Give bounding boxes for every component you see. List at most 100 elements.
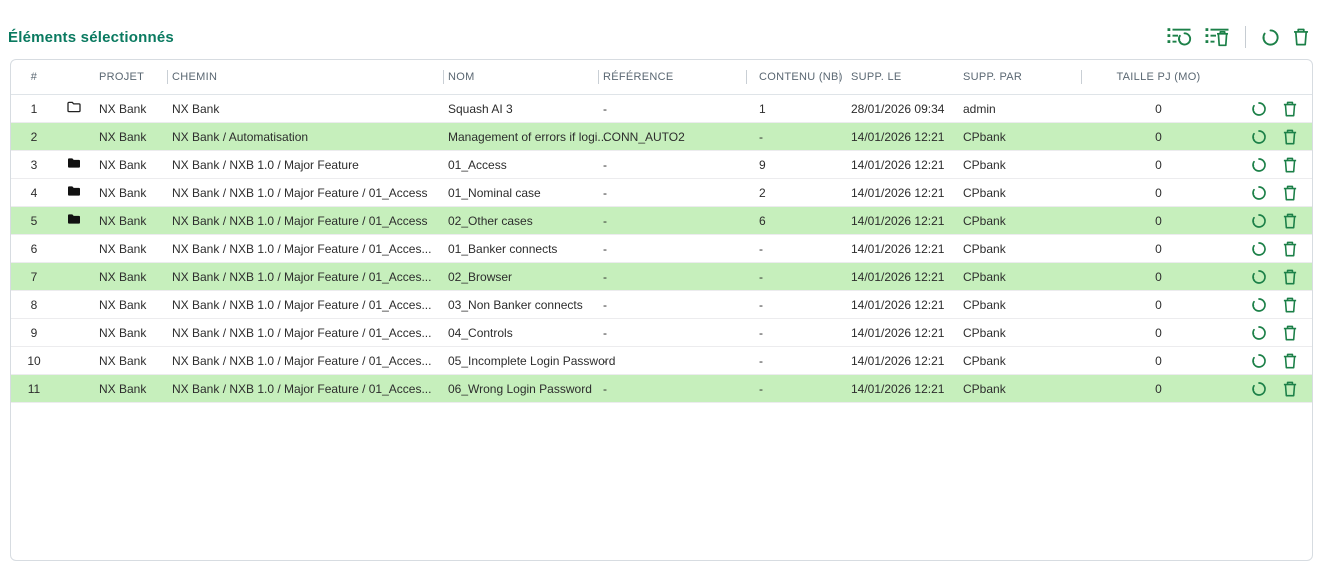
cell-supp_par: CPbank (951, 123, 1081, 151)
restore-icon (1251, 353, 1267, 369)
restore-selection-list-button[interactable] (1165, 25, 1194, 49)
cell-chemin: NX Bank / NXB 1.0 / Major Feature (167, 151, 443, 179)
cell-num: 6 (11, 235, 57, 263)
cell-taille: 0 (1081, 179, 1236, 207)
restore-row-button[interactable] (1250, 352, 1268, 370)
delete-row-button[interactable] (1282, 352, 1298, 370)
column-header-num: # (11, 60, 57, 95)
restore-row-button[interactable] (1250, 268, 1268, 286)
restore-row-button[interactable] (1250, 156, 1268, 174)
page-header: Éléments sélectionnés (8, 26, 1311, 48)
delete-row-button[interactable] (1282, 156, 1298, 174)
cell-icon (57, 347, 91, 375)
cell-actions (1236, 319, 1312, 347)
cell-supp_le: 14/01/2026 12:21 (839, 263, 951, 291)
cell-projet: NX Bank (91, 319, 167, 347)
cell-supp_le: 14/01/2026 12:21 (839, 235, 951, 263)
cell-contenu: - (746, 291, 839, 319)
column-header-supp_par: SUPP. PAR (951, 60, 1081, 95)
delete-row-button[interactable] (1282, 268, 1298, 286)
cell-contenu: 9 (746, 151, 839, 179)
table-row[interactable]: 4NX BankNX Bank / NXB 1.0 / Major Featur… (11, 179, 1312, 207)
restore-row-button[interactable] (1250, 184, 1268, 202)
cell-supp_par: admin (951, 95, 1081, 123)
restore-row-button[interactable] (1250, 100, 1268, 118)
cell-supp_le: 14/01/2026 12:21 (839, 123, 951, 151)
page-title: Éléments sélectionnés (8, 29, 174, 46)
delete-row-button[interactable] (1282, 380, 1298, 398)
cell-actions (1236, 375, 1312, 403)
toolbar-divider (1245, 26, 1246, 48)
delete-selection-list-button[interactable] (1203, 25, 1232, 49)
trash-icon (1283, 353, 1297, 369)
trash-icon (1293, 28, 1309, 46)
cell-taille: 0 (1081, 123, 1236, 151)
cell-reference: - (598, 291, 746, 319)
table-row[interactable]: 10NX BankNX Bank / NXB 1.0 / Major Featu… (11, 347, 1312, 375)
restore-row-button[interactable] (1250, 324, 1268, 342)
restore-row-button[interactable] (1250, 212, 1268, 230)
trash-icon (1283, 185, 1297, 201)
restore-all-button[interactable] (1259, 25, 1282, 49)
cell-taille: 0 (1081, 347, 1236, 375)
cell-nom: 04_Controls (443, 319, 598, 347)
delete-row-button[interactable] (1282, 240, 1298, 258)
cell-num: 3 (11, 151, 57, 179)
delete-row-button[interactable] (1282, 128, 1298, 146)
restore-row-button[interactable] (1250, 380, 1268, 398)
column-header-supp_le: SUPP. LE (839, 60, 951, 95)
cell-projet: NX Bank (91, 235, 167, 263)
cell-chemin: NX Bank / NXB 1.0 / Major Feature / 01_A… (167, 291, 443, 319)
table-row[interactable]: 7NX BankNX Bank / NXB 1.0 / Major Featur… (11, 263, 1312, 291)
delete-row-button[interactable] (1282, 296, 1298, 314)
cell-nom: 01_Nominal case (443, 179, 598, 207)
table-row[interactable]: 8NX BankNX Bank / NXB 1.0 / Major Featur… (11, 291, 1312, 319)
cell-reference: - (598, 95, 746, 123)
delete-row-button[interactable] (1282, 212, 1298, 230)
cell-contenu: - (746, 319, 839, 347)
cell-nom: 03_Non Banker connects (443, 291, 598, 319)
list-trash-icon (1205, 27, 1230, 47)
cell-supp_le: 14/01/2026 12:21 (839, 151, 951, 179)
table-row[interactable]: 3NX BankNX Bank / NXB 1.0 / Major Featur… (11, 151, 1312, 179)
restore-icon (1251, 325, 1267, 341)
cell-reference: - (598, 347, 746, 375)
cell-reference: CONN_AUTO2 (598, 123, 746, 151)
cell-actions (1236, 151, 1312, 179)
column-header-taille: TAILLE PJ (MO) (1081, 60, 1236, 95)
restore-row-button[interactable] (1250, 296, 1268, 314)
table-row[interactable]: 9NX BankNX Bank / NXB 1.0 / Major Featur… (11, 319, 1312, 347)
cell-num: 5 (11, 207, 57, 235)
cell-projet: NX Bank (91, 375, 167, 403)
delete-row-button[interactable] (1282, 184, 1298, 202)
cell-chemin: NX Bank / NXB 1.0 / Major Feature / 01_A… (167, 375, 443, 403)
cell-supp_le: 28/01/2026 09:34 (839, 95, 951, 123)
cell-taille: 0 (1081, 375, 1236, 403)
cell-taille: 0 (1081, 319, 1236, 347)
cell-reference: - (598, 263, 746, 291)
cell-actions (1236, 263, 1312, 291)
cell-icon (57, 179, 91, 207)
delete-all-button[interactable] (1291, 25, 1311, 49)
delete-row-button[interactable] (1282, 100, 1298, 118)
trash-icon (1283, 129, 1297, 145)
restore-row-button[interactable] (1250, 128, 1268, 146)
table-row[interactable]: 2NX BankNX Bank / AutomatisationManageme… (11, 123, 1312, 151)
deleted-items-panel: #PROJETCHEMINNOMRÉFÉRENCECONTENU (NB)SUP… (10, 59, 1313, 561)
table-row[interactable]: 6NX BankNX Bank / NXB 1.0 / Major Featur… (11, 235, 1312, 263)
cell-icon (57, 319, 91, 347)
table-header-row: #PROJETCHEMINNOMRÉFÉRENCECONTENU (NB)SUP… (11, 60, 1312, 95)
cell-num: 7 (11, 263, 57, 291)
delete-row-button[interactable] (1282, 324, 1298, 342)
table-row[interactable]: 5NX BankNX Bank / NXB 1.0 / Major Featur… (11, 207, 1312, 235)
cell-reference: - (598, 207, 746, 235)
cell-supp_par: CPbank (951, 179, 1081, 207)
trash-icon (1283, 157, 1297, 173)
cell-nom: 01_Banker connects (443, 235, 598, 263)
restore-icon (1261, 28, 1280, 47)
restore-row-button[interactable] (1250, 240, 1268, 258)
table-row[interactable]: 1NX BankNX BankSquash AI 3-128/01/2026 0… (11, 95, 1312, 123)
cell-contenu: - (746, 123, 839, 151)
table-row[interactable]: 11NX BankNX Bank / NXB 1.0 / Major Featu… (11, 375, 1312, 403)
cell-num: 8 (11, 291, 57, 319)
